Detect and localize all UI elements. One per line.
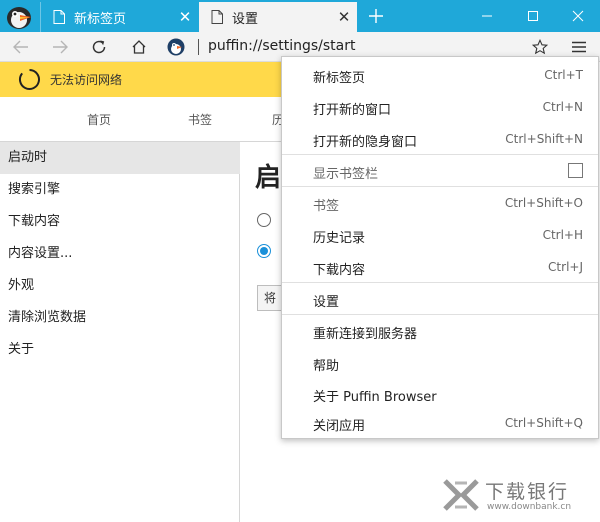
- menu-item-shortcut: Ctrl+H: [542, 228, 583, 242]
- address-divider: [198, 39, 199, 55]
- back-button[interactable]: [8, 34, 34, 60]
- menu-item-help[interactable]: 帮助: [282, 347, 598, 379]
- set-pages-button[interactable]: 将: [257, 285, 283, 311]
- tab-close-icon[interactable]: ✕: [331, 4, 357, 30]
- menu-item-shortcut: Ctrl+Shift+O: [504, 196, 583, 210]
- plus-icon: [369, 9, 383, 23]
- menu-item-reconnect-server[interactable]: 重新连接到服务器: [282, 315, 598, 347]
- forward-button[interactable]: [47, 34, 73, 60]
- tab-close-icon[interactable]: ✕: [172, 4, 198, 30]
- menu-item-exit[interactable]: 关闭应用 Ctrl+Shift+Q: [282, 407, 598, 439]
- reload-icon: [92, 40, 106, 54]
- menu-item-label: 重新连接到服务器: [313, 327, 418, 342]
- sidebar-item-startup[interactable]: 启动时: [0, 142, 240, 174]
- browser-main-menu: 新标签页 Ctrl+T 打开新的窗口 Ctrl+N 打开新的隐身窗口 Ctrl+…: [281, 56, 599, 439]
- menu-item-label: 打开新的隐身窗口: [313, 135, 418, 150]
- menu-item-label: 显示书签栏: [313, 167, 379, 182]
- new-tab-button[interactable]: [362, 2, 390, 30]
- reload-button[interactable]: [86, 34, 112, 60]
- menu-item-show-bookmarks-bar[interactable]: 显示书签栏: [282, 155, 598, 187]
- menu-item-settings[interactable]: 设置: [282, 283, 598, 315]
- maximize-icon: [528, 11, 538, 21]
- sidebar-item-content-settings[interactable]: 内容设置...: [0, 238, 240, 270]
- menu-item-label: 设置: [313, 295, 340, 310]
- sidebar-item-search-engine[interactable]: 搜索引擎: [0, 174, 240, 206]
- hamburger-menu-icon: [572, 41, 586, 53]
- watermark-logo-icon: [443, 479, 479, 511]
- menu-item-downloads[interactable]: 下载内容 Ctrl+J: [282, 251, 598, 283]
- tab-title: 设置: [232, 11, 259, 27]
- title-bar: 新标签页 ✕ 设置 ✕: [0, 0, 600, 32]
- settings-sidebar: 启动时 搜索引擎 下载内容 内容设置... 外观 清除浏览数据 关于: [0, 142, 240, 522]
- document-icon: [211, 10, 223, 24]
- menu-item-shortcut: Ctrl+J: [548, 260, 583, 274]
- offline-banner: 无法访问网络: [0, 62, 282, 97]
- minimize-icon: [482, 15, 492, 17]
- menu-item-history[interactable]: 历史记录 Ctrl+H: [282, 219, 598, 251]
- arrow-right-icon: [53, 40, 68, 54]
- watermark-text: 下载银行: [485, 481, 570, 503]
- menu-item-label: 新标签页: [313, 71, 366, 86]
- topnav-item-home[interactable]: 首页: [87, 111, 111, 128]
- arrow-left-icon: [13, 40, 28, 54]
- tab-settings[interactable]: 设置 ✕: [199, 2, 357, 32]
- menu-item-label: 书签: [313, 199, 340, 214]
- menu-item-label: 打开新的窗口: [313, 103, 392, 118]
- menu-item-label: 关于 Puffin Browser: [313, 390, 437, 405]
- watermark: 下载银行 www.downbank.cn: [441, 474, 591, 516]
- startup-radio-option-1[interactable]: [257, 213, 271, 227]
- tab-new-tab[interactable]: 新标签页 ✕: [40, 2, 198, 32]
- menu-item-about[interactable]: 关于 Puffin Browser: [282, 378, 598, 410]
- bookmarks-bar-checkbox[interactable]: [568, 163, 583, 178]
- home-icon: [132, 40, 146, 54]
- address-bar[interactable]: puffin://settings/start: [208, 38, 355, 54]
- menu-item-shortcut: Ctrl+N: [542, 100, 583, 114]
- maximize-button[interactable]: [510, 0, 556, 32]
- star-icon: [532, 39, 548, 55]
- sidebar-item-downloads[interactable]: 下载内容: [0, 206, 240, 238]
- watermark-url: www.downbank.cn: [487, 502, 572, 512]
- menu-item-shortcut: Ctrl+Shift+Q: [504, 416, 583, 430]
- close-window-button[interactable]: [556, 0, 600, 32]
- topnav-item-bookmarks[interactable]: 书签: [188, 111, 212, 128]
- sidebar-item-appearance[interactable]: 外观: [0, 270, 240, 302]
- minimize-button[interactable]: [464, 0, 510, 32]
- menu-item-new-tab[interactable]: 新标签页 Ctrl+T: [282, 59, 598, 91]
- sidebar-item-about[interactable]: 关于: [0, 334, 240, 366]
- menu-item-label: 帮助: [313, 359, 340, 374]
- puffin-logo-icon: [7, 7, 31, 29]
- menu-item-label: 关闭应用: [313, 419, 366, 434]
- menu-item-bookmarks[interactable]: 书签 Ctrl+Shift+O: [282, 187, 598, 219]
- menu-item-new-window[interactable]: 打开新的窗口 Ctrl+N: [282, 91, 598, 123]
- home-button[interactable]: [126, 34, 152, 60]
- puffin-site-icon: [167, 38, 185, 56]
- close-icon: [572, 10, 584, 22]
- menu-item-label: 下载内容: [313, 263, 366, 278]
- loading-spinner-icon: [19, 69, 40, 90]
- menu-item-shortcut: Ctrl+T: [544, 68, 583, 82]
- offline-message: 无法访问网络: [50, 73, 123, 87]
- sidebar-item-clear-data[interactable]: 清除浏览数据: [0, 302, 240, 334]
- menu-item-new-incognito-window[interactable]: 打开新的隐身窗口 Ctrl+Shift+N: [282, 123, 598, 155]
- menu-item-shortcut: Ctrl+Shift+N: [505, 132, 583, 146]
- startup-radio-option-2[interactable]: [257, 244, 271, 258]
- menu-item-label: 历史记录: [313, 231, 366, 246]
- document-icon: [53, 10, 65, 24]
- page-title: 启: [255, 163, 281, 193]
- tab-title: 新标签页: [74, 11, 127, 27]
